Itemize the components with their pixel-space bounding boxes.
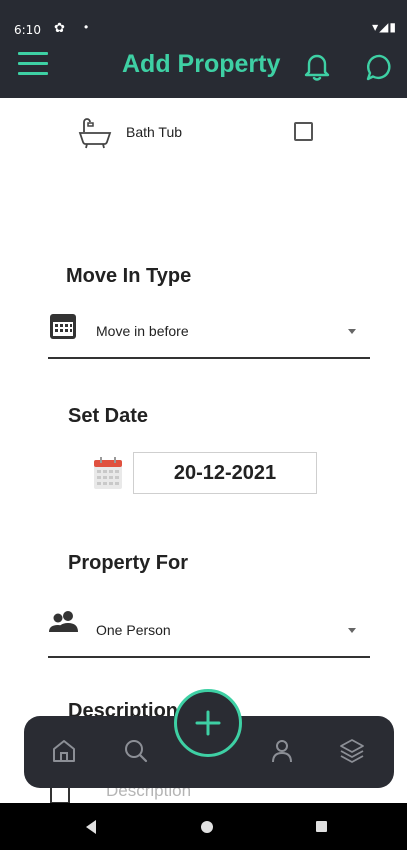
bathtub-icon: [78, 118, 112, 149]
status-time: 6:10: [14, 23, 41, 37]
property-for-dropdown[interactable]: One Person: [48, 610, 370, 658]
settings-status-icon: ✿: [54, 20, 65, 35]
search-icon[interactable]: [122, 737, 150, 765]
move-in-type-value: Move in before: [96, 323, 189, 339]
property-for-value: One Person: [96, 622, 171, 638]
home-icon[interactable]: [50, 737, 78, 765]
notification-dot-icon: •: [84, 20, 89, 34]
bath-tub-checkbox[interactable]: [294, 122, 313, 141]
move-in-type-dropdown[interactable]: Move in before: [48, 311, 370, 359]
chevron-down-icon: [348, 329, 356, 334]
amenity-row-bath-tub: Bath Tub: [78, 116, 328, 152]
add-button[interactable]: [174, 689, 242, 757]
amenity-label: Bath Tub: [126, 124, 183, 140]
calendar-icon: [50, 314, 76, 339]
move-in-type-heading: Move In Type: [66, 265, 192, 287]
plus-icon: [195, 710, 221, 736]
recent-apps-icon[interactable]: [316, 821, 327, 832]
date-calendar-icon[interactable]: [93, 456, 123, 490]
chat-icon[interactable]: [366, 53, 394, 81]
layers-icon[interactable]: [338, 737, 366, 765]
profile-icon[interactable]: [268, 737, 296, 765]
system-nav-bar: [0, 803, 407, 850]
app-bar: 6:10 ✿ • ▾◢▮ Add Property: [0, 0, 407, 98]
bell-icon[interactable]: [303, 51, 331, 81]
hamburger-menu-icon[interactable]: [18, 52, 48, 76]
date-input[interactable]: 20-12-2021: [133, 452, 317, 494]
back-icon[interactable]: [86, 820, 96, 834]
signal-battery-icons: ▾◢▮: [372, 20, 397, 34]
chevron-down-icon: [348, 628, 356, 633]
property-for-heading: Property For: [68, 552, 189, 574]
page-title: Add Property: [122, 50, 281, 78]
home-circle-icon[interactable]: [201, 821, 213, 833]
set-date-heading: Set Date: [68, 405, 149, 427]
people-icon: [49, 611, 78, 632]
